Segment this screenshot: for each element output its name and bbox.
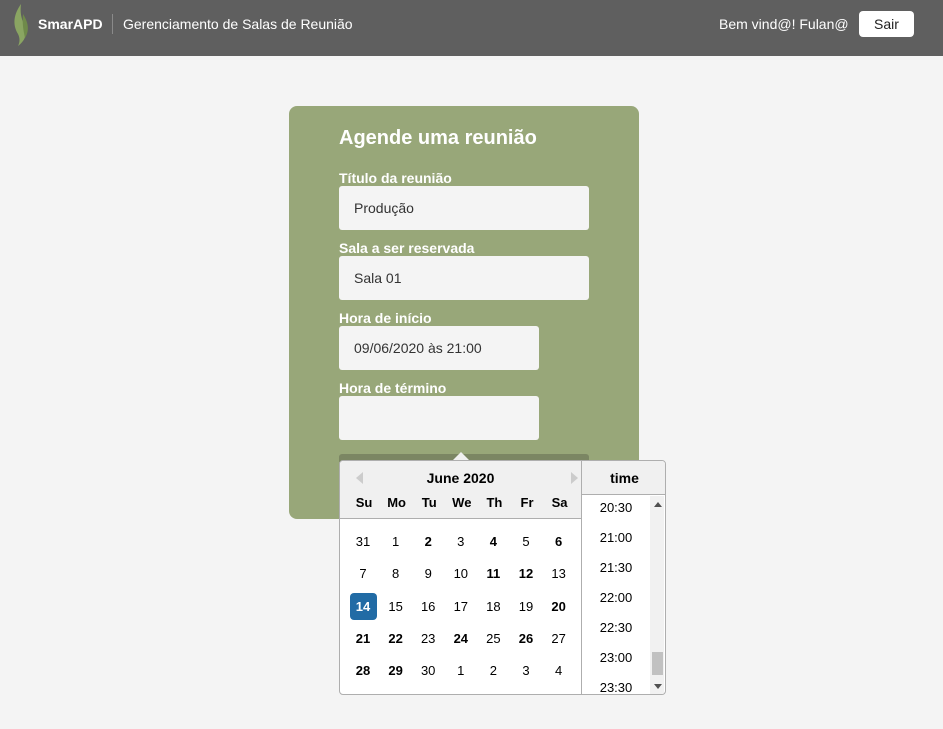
time-option[interactable]: 23:30 xyxy=(582,680,650,694)
weekday-label: Mo xyxy=(387,495,406,510)
calendar-day[interactable]: 28 xyxy=(350,657,377,684)
calendar-day[interactable]: 6 xyxy=(545,528,572,555)
logout-button[interactable]: Sair xyxy=(859,11,914,37)
datepicker-popup: June 2020 Su Mo Tu We Th Fr Sa 31 1 2 3 4 5 6 7 8 9 10 11… xyxy=(339,460,666,695)
end-time-label: Hora de término xyxy=(339,380,447,396)
calendar-day[interactable]: 10 xyxy=(447,560,474,587)
welcome-text: Bem vind@! Fulan@ xyxy=(719,16,849,32)
calendar-day[interactable]: 26 xyxy=(513,625,540,652)
app-title: Gerenciamento de Salas de Reunião xyxy=(123,16,353,32)
time-option[interactable]: 20:30 xyxy=(582,500,650,515)
calendar-day[interactable]: 3 xyxy=(447,528,474,555)
room-label: Sala a ser reservada xyxy=(339,240,475,256)
weekday-label: Tu xyxy=(421,495,437,510)
time-option[interactable]: 21:30 xyxy=(582,560,650,575)
scrollbar-thumb[interactable] xyxy=(652,652,663,675)
calendar-day[interactable]: 1 xyxy=(382,528,409,555)
room-input[interactable] xyxy=(339,256,589,300)
next-month-icon[interactable] xyxy=(571,472,578,484)
top-bar: SmarAPD Gerenciamento de Salas de Reuniã… xyxy=(0,0,943,56)
time-option[interactable]: 23:00 xyxy=(582,650,650,665)
calendar-day[interactable]: 30 xyxy=(415,657,442,684)
calendar-day[interactable]: 16 xyxy=(415,593,442,620)
calendar-day[interactable]: 13 xyxy=(545,560,572,587)
form-title: Agende uma reunião xyxy=(339,127,537,149)
calendar-day[interactable]: 15 xyxy=(382,593,409,620)
datepicker-header: June 2020 Su Mo Tu We Th Fr Sa xyxy=(340,461,581,519)
weekday-label: We xyxy=(452,495,472,510)
calendar-day[interactable]: 4 xyxy=(545,657,572,684)
calendar-day[interactable]: 14 xyxy=(349,592,377,620)
month-label: June 2020 xyxy=(426,470,495,486)
time-option[interactable]: 22:30 xyxy=(582,620,650,635)
end-time-input[interactable] xyxy=(339,396,539,440)
start-time-label: Hora de início xyxy=(339,310,432,326)
flame-logo-icon xyxy=(14,4,28,46)
scroll-down-icon[interactable] xyxy=(654,684,662,689)
calendar-day[interactable]: 2 xyxy=(480,657,507,684)
calendar-day[interactable]: 4 xyxy=(480,528,507,555)
calendar-day[interactable]: 3 xyxy=(513,657,540,684)
time-list: time 20:30 21:00 21:30 22:00 22:30 23:00 23:30 xyxy=(581,461,665,694)
weekday-label: Fr xyxy=(520,495,534,510)
meeting-title-label: Título da reunião xyxy=(339,170,452,186)
weekday-label: Th xyxy=(486,495,503,510)
calendar-day[interactable]: 22 xyxy=(382,625,409,652)
calendar-day[interactable]: 2 xyxy=(415,528,442,555)
weekday-label: Sa xyxy=(551,495,568,510)
calendar-day[interactable]: 23 xyxy=(415,625,442,652)
header-divider xyxy=(112,14,113,34)
calendar-day[interactable]: 21 xyxy=(350,625,377,652)
meeting-title-input[interactable] xyxy=(339,186,589,230)
calendar-day[interactable]: 9 xyxy=(415,560,442,587)
calendar-day[interactable]: 7 xyxy=(350,560,377,587)
calendar-day[interactable]: 12 xyxy=(513,560,540,587)
brand-name: SmarAPD xyxy=(38,16,103,32)
calendar-day[interactable]: 25 xyxy=(480,625,507,652)
time-option[interactable]: 21:00 xyxy=(582,530,650,545)
time-header: time xyxy=(582,461,665,495)
calendar-day[interactable]: 18 xyxy=(480,593,507,620)
scroll-up-icon[interactable] xyxy=(654,502,662,507)
calendar-day[interactable]: 20 xyxy=(545,593,572,620)
calendar-day[interactable]: 27 xyxy=(545,625,572,652)
weekday-label: Su xyxy=(355,495,373,510)
calendar-day[interactable]: 24 xyxy=(447,625,474,652)
calendar-day[interactable]: 5 xyxy=(513,528,540,555)
start-time-input[interactable] xyxy=(339,326,539,370)
calendar-day[interactable]: 1 xyxy=(447,657,474,684)
calendar-day[interactable]: 8 xyxy=(382,560,409,587)
time-option[interactable]: 22:00 xyxy=(582,590,650,605)
calendar-day[interactable]: 11 xyxy=(480,560,507,587)
calendar-day[interactable]: 19 xyxy=(513,593,540,620)
calendar-day[interactable]: 17 xyxy=(447,593,474,620)
calendar-day[interactable]: 31 xyxy=(350,528,377,555)
calendar-day[interactable]: 29 xyxy=(382,657,409,684)
